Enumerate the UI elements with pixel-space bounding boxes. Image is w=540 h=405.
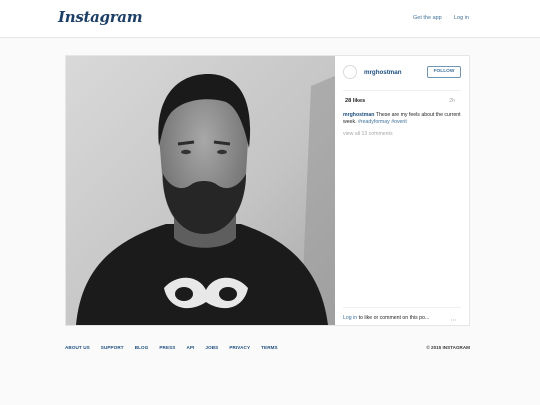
post-card: mrghostman FOLLOW 28 likes 2h mrghostman…: [65, 55, 470, 326]
post-username[interactable]: mrghostman: [364, 69, 401, 76]
hashtag-link[interactable]: #readyformay: [358, 119, 390, 125]
post-caption: mrghostman These are my feels about the …: [343, 112, 461, 125]
instagram-logo[interactable]: Instagram: [58, 8, 143, 26]
comment-login-prompt: Log in to like or comment on this po...: [343, 315, 429, 321]
footer-link-terms[interactable]: TERMS: [261, 345, 278, 350]
get-the-app-link[interactable]: Get the app: [413, 15, 442, 21]
divider: [343, 307, 461, 308]
footer-link-press[interactable]: PRESS: [159, 345, 175, 350]
comment-login-link[interactable]: Log in: [343, 315, 357, 321]
hashtag-link[interactable]: #overit: [391, 119, 407, 125]
post-photo[interactable]: [66, 56, 335, 325]
post-time: 2h: [449, 98, 455, 104]
more-options-icon[interactable]: •••: [451, 317, 457, 322]
view-all-comments-link[interactable]: view all 13 comments: [343, 131, 393, 137]
caption-username[interactable]: mrghostman: [343, 112, 374, 118]
footer-link-api[interactable]: API: [186, 345, 194, 350]
follow-button[interactable]: FOLLOW: [427, 66, 461, 78]
footer-link-about[interactable]: ABOUT US: [65, 345, 90, 350]
comment-prompt-text: to like or comment on this po...: [358, 315, 430, 321]
top-header: Instagram Get the app Log in: [0, 0, 540, 38]
footer-link-support[interactable]: SUPPORT: [101, 345, 124, 350]
divider: [343, 90, 461, 91]
portrait-image: [66, 56, 335, 325]
footer-nav: ABOUT US SUPPORT BLOG PRESS API JOBS PRI…: [65, 345, 289, 350]
copyright-text: © 2015 INSTAGRAM: [426, 345, 470, 350]
header-login-link[interactable]: Log in: [454, 15, 469, 21]
footer-link-jobs[interactable]: JOBS: [205, 345, 218, 350]
footer-link-blog[interactable]: BLOG: [135, 345, 149, 350]
footer-link-privacy[interactable]: PRIVACY: [229, 345, 250, 350]
avatar[interactable]: [343, 65, 357, 79]
likes-count[interactable]: 28 likes: [345, 98, 365, 104]
post-sidebar: mrghostman FOLLOW 28 likes 2h mrghostman…: [335, 56, 469, 325]
